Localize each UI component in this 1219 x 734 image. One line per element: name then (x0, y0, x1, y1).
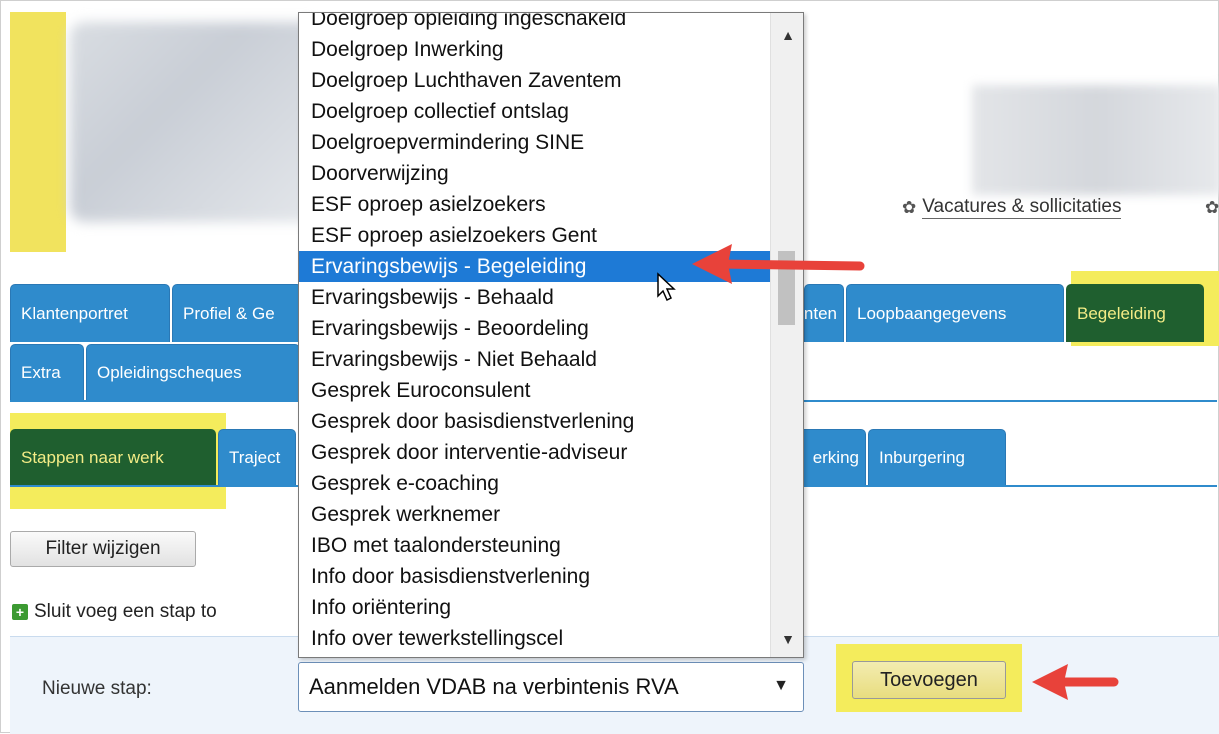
gear-icon[interactable]: ✿ (1205, 198, 1219, 218)
dropdown-option[interactable]: Doelgroepvermindering SINE (299, 127, 771, 158)
mouse-cursor-icon (657, 272, 676, 302)
tab-profiel[interactable]: Profiel & Ge (172, 284, 302, 342)
plus-icon: + (12, 604, 28, 620)
dropdown-option[interactable]: Gesprek e-coaching (299, 468, 771, 499)
filter-button[interactable]: Filter wijzigen (10, 531, 196, 567)
tab-opleidingscheques[interactable]: Opleidingscheques (86, 344, 300, 400)
caret-down-icon: ▼ (773, 677, 789, 694)
dropdown-option[interactable]: Doelgroep opleiding ingeschakeld (299, 13, 771, 34)
dropdown-option[interactable]: Doorverwijzing (299, 158, 771, 189)
dropdown-option[interactable]: Gesprek door basisdienstverlening (299, 406, 771, 437)
dropdown-option[interactable]: Ervaringsbewijs - Niet Behaald (299, 344, 771, 375)
add-step-text: Sluit voeg een stap to (34, 601, 217, 622)
tab-inburgering[interactable]: Inburgering (868, 429, 1006, 485)
dropdown-option[interactable]: Gesprek werknemer (299, 499, 771, 530)
tab-klantenportret[interactable]: Klantenportret (10, 284, 170, 342)
dropdown-option[interactable]: Gesprek door interventie-adviseur (299, 437, 771, 468)
tab-extra[interactable]: Extra (10, 344, 84, 400)
blurred-user-info (972, 85, 1219, 195)
tab-documenten[interactable]: nten (804, 284, 844, 342)
scroll-down-icon[interactable]: ▼ (781, 631, 795, 647)
annotation-arrow-icon (1032, 664, 1119, 700)
scrollbar[interactable]: ▲ ▼ (770, 13, 803, 657)
vacatures-link-label: Vacatures & sollicitaties (922, 196, 1122, 219)
dropdown-option[interactable]: Info door basisdienstverlening (299, 561, 771, 592)
tab-inwerking[interactable]: erking (798, 429, 866, 485)
vacatures-link[interactable]: ✿ Vacatures & sollicitaties (902, 196, 1122, 219)
sub-tabs: Extra Opleidingscheques (10, 344, 302, 400)
tab-loopbaangegevens[interactable]: Loopbaangegevens (846, 284, 1064, 342)
dropdown-option[interactable]: Ervaringsbewijs - Beoordeling (299, 313, 771, 344)
add-step-line[interactable]: + Sluit voeg een stap to (12, 601, 217, 623)
dropdown-option[interactable]: Gesprek Euroconsulent (299, 375, 771, 406)
dropdown-option[interactable]: IBO met taalondersteuning (299, 530, 771, 561)
new-step-label: Nieuwe stap: (42, 678, 152, 699)
tab-stappen-naar-werk[interactable]: Stappen naar werk (10, 429, 216, 485)
blurred-logo (70, 22, 320, 222)
dropdown-option[interactable]: Doelgroep collectief ontslag (299, 96, 771, 127)
dropdown-option[interactable]: Info oriëntering (299, 592, 771, 623)
highlight-strip (10, 12, 66, 252)
dropdown-list[interactable]: Doelgroep opleiding ingeschakeld Doelgroe… (298, 12, 804, 658)
tab-traject[interactable]: Traject (218, 429, 296, 485)
gear-icon: ✿ (902, 197, 917, 217)
dropdown-options: Doelgroep opleiding ingeschakeld Doelgroe… (299, 13, 771, 654)
select-value: Aanmelden VDAB na verbintenis RVA (309, 674, 679, 699)
toevoegen-button[interactable]: Toevoegen (852, 661, 1006, 699)
scroll-up-icon[interactable]: ▲ (781, 27, 795, 43)
dropdown-option[interactable]: ESF oproep asielzoekers (299, 189, 771, 220)
new-step-select[interactable]: Aanmelden VDAB na verbintenis RVA ▼ (298, 662, 804, 712)
dropdown-option[interactable]: Doelgroep Luchthaven Zaventem (299, 65, 771, 96)
dropdown-option[interactable]: Info over tewerkstellingscel (299, 623, 771, 654)
tab-begeleiding[interactable]: Begeleiding (1066, 284, 1204, 342)
annotation-arrow-icon (692, 244, 865, 284)
dropdown-option[interactable]: Doelgroep Inwerking (299, 34, 771, 65)
